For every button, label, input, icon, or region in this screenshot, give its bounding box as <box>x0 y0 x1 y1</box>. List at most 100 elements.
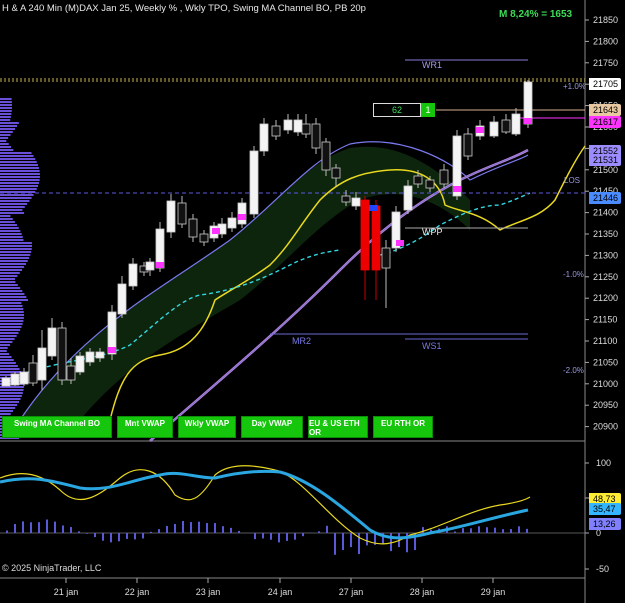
tpo-bar <box>0 260 28 262</box>
tpo-bar <box>0 332 19 334</box>
price-tick-label: 21250 <box>593 272 618 282</box>
osc-tag-main: 35,47 <box>589 503 621 515</box>
tpo-bar <box>0 341 12 343</box>
osc-bar <box>166 526 168 533</box>
tpo-bar <box>0 233 22 235</box>
price-chart[interactable]: 2185021800217502170021650216002155021500… <box>0 0 625 603</box>
tpo-bar <box>0 335 17 337</box>
tpo-bar <box>0 125 17 127</box>
osc-bar <box>38 522 40 533</box>
order-count-box[interactable]: 1 <box>421 103 435 117</box>
candle-body <box>302 124 310 134</box>
tpo-bar <box>0 362 16 364</box>
tpo-bar <box>0 365 18 367</box>
osc-bar <box>86 533 88 534</box>
tpo-bar <box>0 137 8 139</box>
tpo-bar <box>0 371 21 373</box>
osc-bar <box>342 533 344 550</box>
chart-title: H & A 240 Min (M)DAX Jan 25, Weekly % , … <box>2 3 366 14</box>
tpo-bar <box>0 230 20 232</box>
osc-bar <box>46 519 48 533</box>
swing-ma-channel-bo-button[interactable]: Swing MA Channel BO <box>2 416 112 438</box>
candle-body <box>382 248 390 268</box>
osc-bar <box>318 531 320 533</box>
price-tick-label: 20900 <box>593 422 618 432</box>
candle-body <box>48 328 56 356</box>
eu-rth-or-button[interactable]: EU RTH OR <box>373 416 433 438</box>
tpo-bar <box>0 314 24 316</box>
wpp-label: WPP <box>422 227 443 237</box>
price-tag-close: 21643 <box>589 104 621 116</box>
osc-bar <box>270 533 272 540</box>
price-tick-label: 21750 <box>593 58 618 68</box>
osc-bar <box>70 527 72 533</box>
poc-marker <box>476 127 484 133</box>
candle-body <box>260 124 268 151</box>
eu-us-eth-or-button[interactable]: EU & US ETH OR <box>308 416 368 438</box>
tpo-bar <box>0 329 20 331</box>
tpo-bar <box>0 287 20 289</box>
los-label: LOS <box>564 176 580 185</box>
osc-bar <box>206 523 208 533</box>
tpo-bar <box>0 203 27 205</box>
osc-bar <box>302 533 304 536</box>
poc-marker <box>156 262 164 268</box>
tpo-bar <box>0 122 19 124</box>
tpo-bar <box>0 218 13 220</box>
candle-body <box>332 168 340 178</box>
tpo-bar <box>0 248 32 250</box>
tpo-bar <box>0 224 17 226</box>
candle-body <box>294 120 302 132</box>
osc-bar <box>358 533 360 554</box>
osc-bar <box>30 522 32 533</box>
tpo-bar <box>0 344 10 346</box>
tpo-bar <box>0 179 40 181</box>
candle-body <box>167 201 175 232</box>
candle-body <box>200 234 208 242</box>
osc-bar <box>454 531 456 533</box>
day-vwap-button[interactable]: Day VWAP <box>241 416 303 438</box>
osc-bar <box>198 522 200 533</box>
candle-body <box>322 142 330 170</box>
tpo-bar <box>0 185 38 187</box>
tpo-bar <box>0 170 40 172</box>
time-tick-label: 28 jan <box>410 587 435 597</box>
wkly-vwap-button[interactable]: Wkly VWAP <box>178 416 236 438</box>
candle-body <box>20 372 28 384</box>
tpo-bar <box>0 107 12 109</box>
order-qty-box[interactable]: 62 <box>373 103 421 117</box>
osc-bar <box>470 528 472 533</box>
monthly-range-metric: M 8,24% = 1653 <box>499 9 572 20</box>
candle-body <box>464 134 472 156</box>
osc-bar <box>518 526 520 533</box>
osc-bar <box>134 533 136 539</box>
osc-bar <box>326 526 328 533</box>
candle-body <box>38 348 46 380</box>
tpo-bar <box>0 305 22 307</box>
candle-body <box>512 114 520 134</box>
tpo-bar <box>0 278 15 280</box>
price-tick-label: 21850 <box>593 15 618 25</box>
mnt-vwap-button[interactable]: Mnt VWAP <box>117 416 173 438</box>
candle-body <box>238 203 246 224</box>
tpo-bar <box>0 101 12 103</box>
osc-bar <box>6 531 8 533</box>
wr1-label: WR1 <box>422 60 442 70</box>
tpo-bar <box>0 128 15 130</box>
tpo-bar <box>0 281 15 283</box>
candle-body <box>58 328 66 380</box>
candle-body <box>250 151 258 214</box>
candle-body <box>146 262 154 270</box>
osc-bar <box>278 533 280 542</box>
tpo-bar <box>0 323 23 325</box>
tpo-bar <box>0 131 13 133</box>
osc-bar <box>510 529 512 533</box>
price-tick-label: 21100 <box>593 336 617 346</box>
osc-bar <box>142 533 144 538</box>
price-tag-lower-ma: 21531 <box>589 154 621 166</box>
osc-bar <box>478 526 480 533</box>
price-tick-label: 21050 <box>593 357 618 367</box>
osc-bar <box>190 522 192 533</box>
time-tick-label: 27 jan <box>339 587 364 597</box>
poc-marker <box>108 347 116 353</box>
